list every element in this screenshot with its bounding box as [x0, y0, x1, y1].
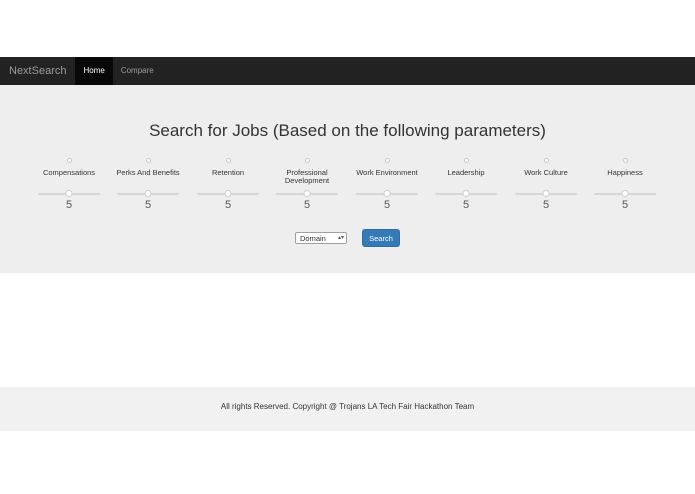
param-label: Perks And Benefits	[116, 168, 180, 177]
slider-thumb[interactable]	[542, 190, 550, 197]
footer: All rights Reserved. Copyright @ Trojans…	[0, 387, 695, 431]
param-value: 5	[224, 199, 232, 211]
domain-select[interactable]: Domain ▴▾	[295, 232, 347, 244]
param-label: Compensations	[42, 168, 96, 177]
param-value: 5	[65, 199, 73, 211]
param-work-culture: Work Culture 5	[513, 155, 579, 221]
param-label: Leadership	[447, 168, 485, 177]
param-radio[interactable]	[543, 158, 549, 163]
param-slider[interactable]	[515, 190, 577, 197]
nav-home-link[interactable]: Home	[75, 57, 113, 85]
copyright-text: All rights Reserved. Copyright @ Trojans…	[220, 402, 475, 411]
param-slider[interactable]	[594, 190, 656, 197]
slider-thumb[interactable]	[462, 190, 470, 197]
param-radio[interactable]	[622, 158, 628, 163]
slider-thumb[interactable]	[383, 190, 391, 197]
page-title: Search for Jobs (Based on the following …	[149, 121, 546, 140]
param-retention: Retention 5	[195, 155, 261, 221]
param-label: Work Culture	[524, 168, 568, 177]
brand-link[interactable]: NextSearch	[0, 57, 75, 85]
param-slider[interactable]	[435, 190, 497, 197]
search-panel: Search for Jobs (Based on the following …	[0, 85, 695, 273]
param-slider[interactable]	[356, 190, 418, 197]
param-perks-and-benefits: Perks And Benefits 5	[115, 155, 181, 221]
param-compensations: Compensations 5	[36, 155, 102, 221]
param-value: 5	[621, 199, 629, 211]
slider-thumb[interactable]	[303, 190, 311, 197]
slider-thumb[interactable]	[621, 190, 629, 197]
param-label: Happiness	[607, 168, 643, 177]
param-professional-development: Professional Development 5	[274, 155, 340, 221]
nav-compare-link[interactable]: Compare	[113, 57, 162, 85]
param-label: Retention	[211, 168, 245, 177]
param-slider[interactable]	[38, 190, 100, 197]
param-value: 5	[542, 199, 550, 211]
slider-thumb[interactable]	[224, 190, 232, 197]
slider-thumb[interactable]	[65, 190, 73, 197]
param-value: 5	[144, 199, 152, 211]
select-arrows-icon: ▴▾	[337, 235, 344, 241]
param-value: 5	[383, 199, 391, 211]
navbar: NextSearch Home Compare	[0, 57, 695, 85]
domain-select-value: Domain	[300, 234, 326, 243]
param-label: Professional Development	[284, 168, 330, 185]
param-label: Work Environment	[356, 168, 418, 177]
param-radio[interactable]	[304, 158, 310, 163]
param-slider[interactable]	[276, 190, 338, 197]
param-leadership: Leadership 5	[433, 155, 499, 221]
slider-thumb[interactable]	[144, 190, 152, 197]
param-radio[interactable]	[384, 158, 390, 163]
param-value: 5	[303, 199, 311, 211]
param-radio[interactable]	[66, 158, 72, 163]
param-work-environment: Work Environment 5	[354, 155, 420, 221]
param-value: 5	[462, 199, 470, 211]
param-slider[interactable]	[197, 190, 259, 197]
param-radio[interactable]	[145, 158, 151, 163]
param-slider[interactable]	[117, 190, 179, 197]
param-radio[interactable]	[463, 158, 469, 163]
search-button[interactable]: Search	[362, 229, 400, 247]
param-radio[interactable]	[225, 158, 231, 163]
param-happiness: Happiness 5	[592, 155, 658, 221]
